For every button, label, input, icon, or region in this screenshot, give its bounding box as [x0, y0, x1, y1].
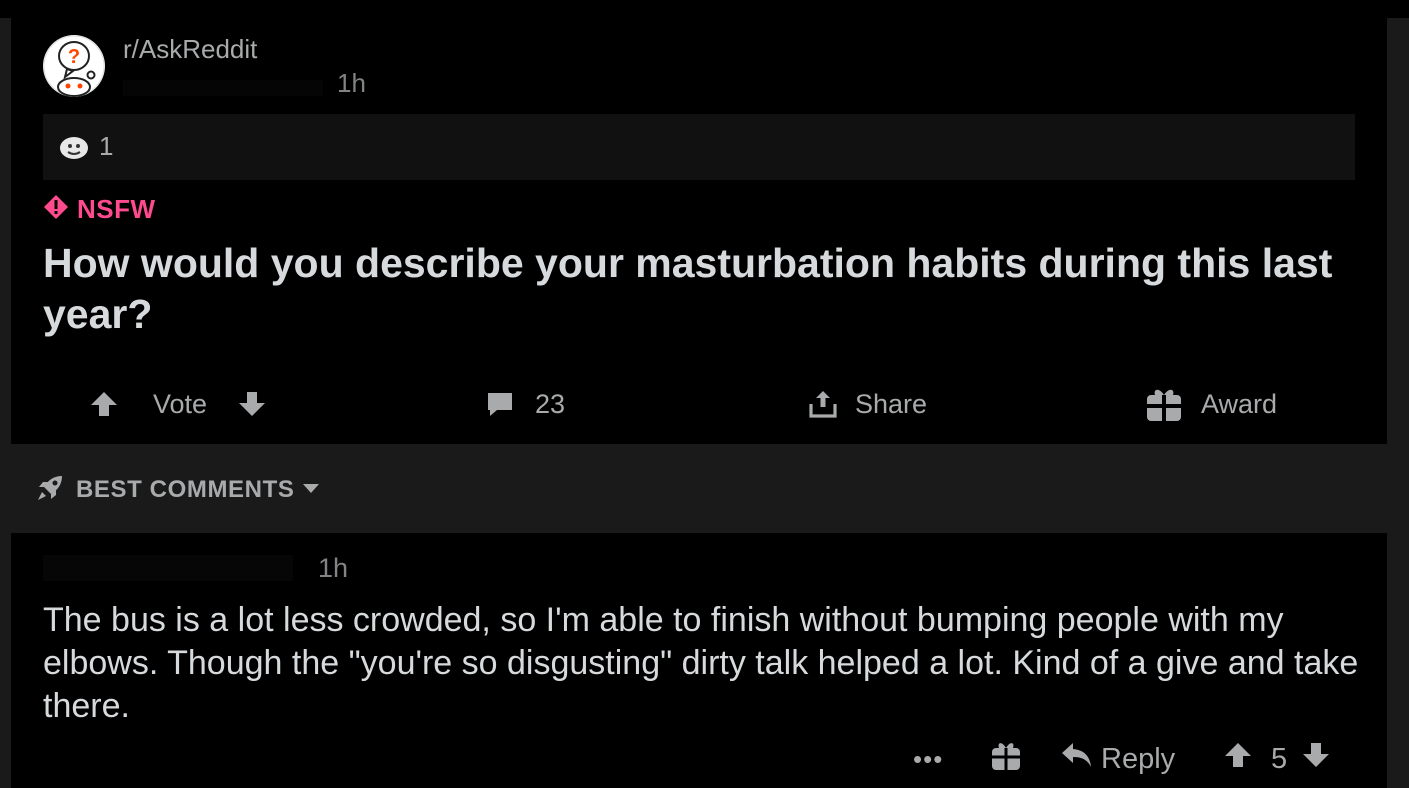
comment-count: 23 [535, 388, 566, 419]
comment-award-button[interactable] [991, 739, 1021, 779]
award-icon [59, 133, 91, 161]
nsfw-icon [43, 194, 69, 220]
award-bar[interactable]: 1 [43, 114, 1355, 180]
redacted-username [123, 80, 323, 96]
downvote-icon[interactable] [237, 389, 267, 419]
vote-label: Vote [153, 388, 208, 419]
upvote-icon[interactable] [89, 389, 119, 419]
award-count: 1 [99, 131, 114, 161]
award-button[interactable]: Award [1145, 384, 1277, 424]
downvote-icon[interactable] [1301, 740, 1331, 778]
reply-icon [1061, 741, 1093, 777]
reply-button[interactable]: Reply [1061, 739, 1175, 779]
upvote-icon[interactable] [1223, 740, 1253, 778]
sort-dropdown[interactable]: BEST COMMENTS [36, 472, 320, 508]
sort-label: BEST COMMENTS [76, 476, 295, 503]
comment-icon [485, 389, 515, 419]
share-button[interactable]: Share [807, 384, 927, 424]
gift-icon [1145, 385, 1183, 423]
svg-text:?: ? [68, 46, 80, 68]
subreddit-avatar[interactable]: ? [43, 35, 105, 97]
comments-button[interactable]: 23 [485, 384, 565, 424]
post-card: ? r/AskReddit 1h 1 NSFW How would you de… [11, 18, 1387, 444]
comment-body: The bus is a lot less crowded, so I'm ab… [43, 601, 1359, 725]
caret-down-icon [302, 481, 320, 499]
comment-score: 5 [1271, 742, 1288, 775]
rocket-icon [36, 474, 64, 507]
share-icon [807, 388, 839, 420]
gift-icon [991, 739, 1021, 779]
vote-group: Vote [89, 384, 267, 424]
more-options-button[interactable]: ••• [913, 739, 943, 779]
subreddit-name[interactable]: r/AskReddit [123, 34, 257, 65]
top-bar [0, 0, 1409, 18]
share-label: Share [855, 388, 928, 419]
comment-timestamp: 1h [318, 553, 349, 583]
redacted-commenter [43, 555, 293, 581]
nsfw-label: NSFW [77, 194, 156, 224]
post-timestamp: 1h [337, 68, 366, 98]
post-title[interactable]: How would you describe your masturbation… [43, 238, 1363, 340]
reply-label: Reply [1101, 742, 1176, 775]
award-label: Award [1201, 388, 1278, 419]
comment-vote-group: 5 [1223, 739, 1331, 779]
comment-card: 1h The bus is a lot less crowded, so I'm… [11, 533, 1387, 788]
